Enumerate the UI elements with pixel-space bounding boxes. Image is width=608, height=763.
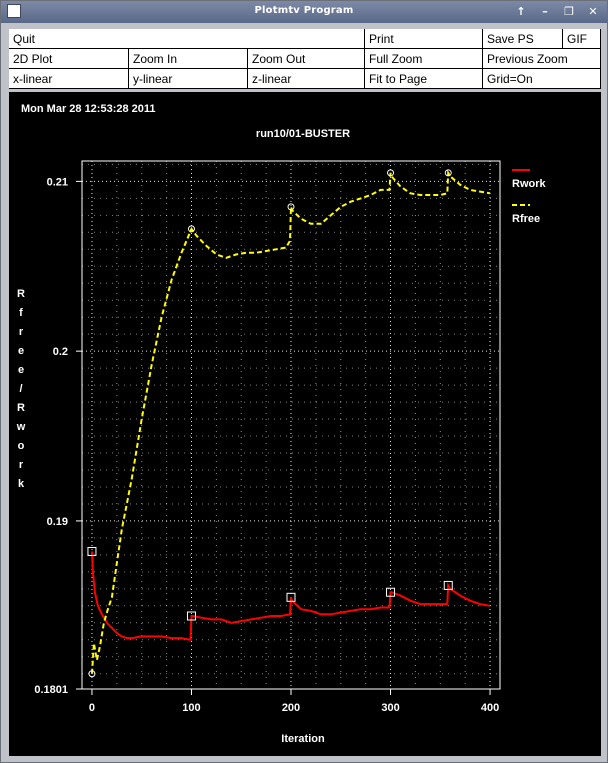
plotmtv-window: Plotmtv Program ↑ – ❐ ✕ Quit Print Save …	[0, 0, 608, 763]
x-tick-label: 400	[481, 702, 499, 714]
maximize-button[interactable]: ❐	[559, 3, 579, 20]
title-bar[interactable]: Plotmtv Program ↑ – ❐ ✕	[1, 1, 607, 23]
save-ps-button[interactable]: Save PS	[483, 29, 563, 49]
print-button[interactable]: Print	[365, 29, 483, 49]
x-tick-label: 100	[182, 702, 200, 714]
axes-layer: 0 100 200 300 400 0.1801 0.19 0.2 0.21	[34, 160, 501, 714]
y-linear-button[interactable]: y-linear	[129, 69, 248, 89]
fit-to-page-button[interactable]: Fit to Page	[365, 69, 483, 89]
y-tick-label: 0.19	[47, 516, 68, 528]
2d-plot-button[interactable]: 2D Plot	[9, 49, 129, 69]
plot-timestamp: Mon Mar 28 12:53:28 2011	[21, 103, 156, 115]
series-line-rwork	[91, 551, 491, 641]
grid-toggle-button[interactable]: Grid=On	[483, 69, 601, 89]
z-linear-button[interactable]: z-linear	[248, 69, 365, 89]
chart-title: run10/01-BUSTER	[256, 128, 350, 140]
x-tick-label: 200	[282, 702, 300, 714]
y-tick-label: 0.21	[47, 176, 68, 188]
x-axis-label: Iteration	[281, 733, 325, 745]
rfree-rwork-chart: Mon Mar 28 12:53:28 2011 run10/01-BUSTER…	[16, 103, 547, 745]
legend-label-rfree: Rfree	[512, 213, 540, 225]
x-linear-button[interactable]: x-linear	[9, 69, 129, 89]
series-layer	[87, 169, 491, 678]
minimize-button[interactable]: –	[535, 3, 555, 20]
zoom-out-button[interactable]: Zoom Out	[248, 49, 365, 69]
close-button[interactable]: ✕	[583, 3, 603, 20]
full-zoom-button[interactable]: Full Zoom	[365, 49, 483, 69]
x-tick-label: 0	[89, 702, 95, 714]
raise-button[interactable]: ↑	[511, 3, 531, 20]
y-axis-label: Rf r e e / Rw o r k	[16, 288, 26, 490]
command-panel: Quit Print Save PS GIF 2D Plot Zoom In Z…	[9, 29, 601, 89]
legend: Rwork Rfree	[512, 169, 547, 225]
gif-button[interactable]: GIF	[563, 29, 601, 49]
plot-canvas[interactable]: Mon Mar 28 12:53:28 2011 run10/01-BUSTER…	[9, 92, 601, 756]
x-tick-label: 300	[381, 702, 399, 714]
y-tick-label: 0.1801	[34, 684, 68, 696]
legend-label-rwork: Rwork	[512, 178, 547, 190]
zoom-in-button[interactable]: Zoom In	[129, 49, 248, 69]
previous-zoom-button[interactable]: Previous Zoom	[483, 49, 601, 69]
y-tick-label: 0.2	[53, 346, 68, 358]
quit-button[interactable]: Quit	[9, 29, 365, 49]
